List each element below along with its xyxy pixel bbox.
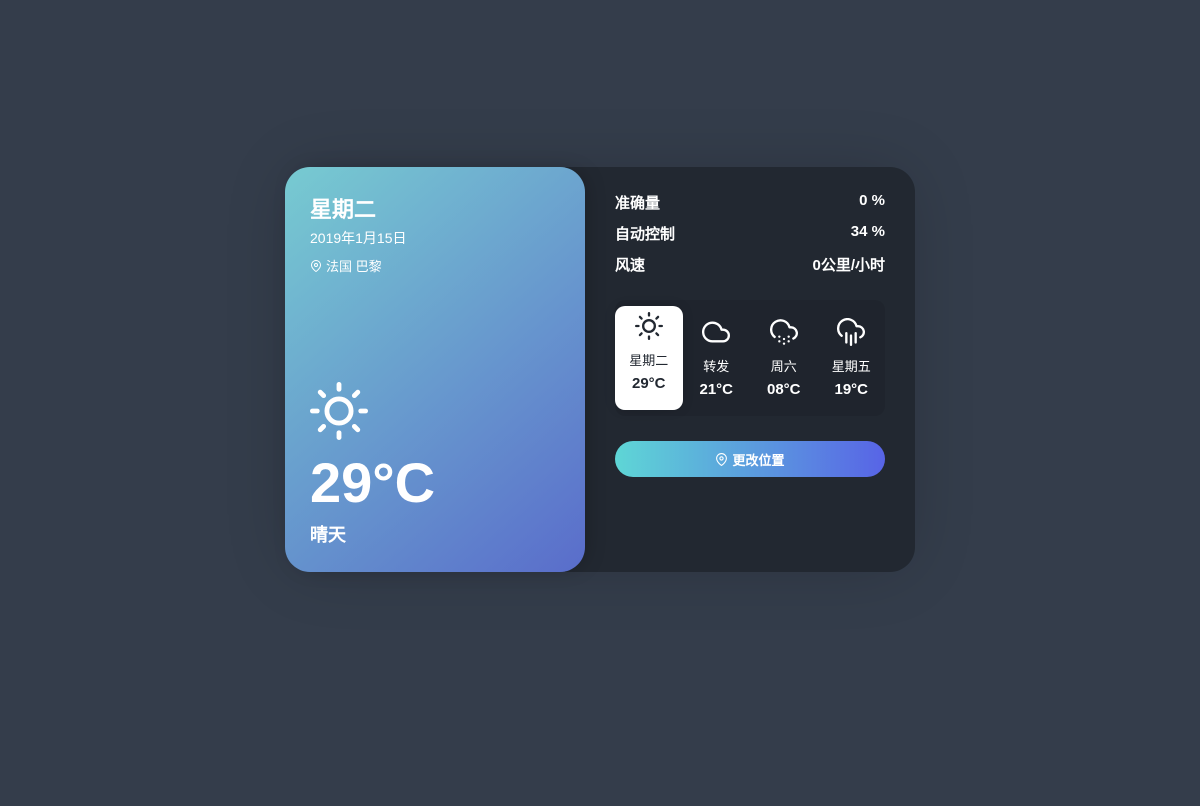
forecast-day[interactable]: 周六 08°C: [750, 312, 818, 404]
stat-humidity: 自动控制 34 %: [615, 223, 885, 244]
sun-icon: [635, 312, 663, 340]
map-pin-icon: [310, 260, 322, 272]
stat-label: 自动控制: [615, 223, 675, 244]
map-pin-icon: [715, 453, 728, 466]
stat-value: 0公里/小时: [812, 254, 885, 275]
forecast-day-name: 周六: [771, 356, 797, 375]
forecast-day[interactable]: 星期五 19°C: [818, 312, 886, 404]
stat-value: 34 %: [851, 223, 885, 244]
forecast-day-name: 星期五: [832, 356, 871, 375]
details-panel: 准确量 0 % 自动控制 34 % 风速 0公里/小时 星期二 29°C 转发 …: [565, 167, 915, 572]
stat-precipitation: 准确量 0 %: [615, 192, 885, 213]
cloud-icon: [702, 318, 730, 346]
forecast-day-temp: 19°C: [834, 381, 868, 398]
forecast-list: 星期二 29°C 转发 21°C 周六 08°C 星期五 19°C: [615, 300, 885, 416]
cloud-snow-icon: [770, 318, 798, 346]
button-label: 更改位置: [732, 450, 784, 469]
current-date: 2019年1月15日: [310, 228, 560, 248]
stat-label: 准确量: [615, 192, 660, 213]
weather-widget: 星期二 2019年1月15日 法国 巴黎 29°C 晴天 准确量 0 % 自动控…: [285, 167, 915, 572]
sun-icon: [310, 382, 435, 440]
stat-label: 风速: [615, 254, 645, 275]
forecast-day-temp: 08°C: [767, 381, 801, 398]
current-condition: 晴天: [310, 521, 435, 547]
forecast-day-name: 转发: [703, 356, 729, 375]
change-location-button[interactable]: 更改位置: [615, 441, 885, 477]
location: 法国 巴黎: [310, 256, 560, 275]
forecast-day-temp: 29°C: [632, 375, 666, 392]
forecast-day-name: 星期二: [629, 350, 668, 369]
forecast-day[interactable]: 转发 21°C: [683, 312, 751, 404]
stat-wind: 风速 0公里/小时: [615, 254, 885, 275]
forecast-day-temp: 21°C: [699, 381, 733, 398]
forecast-day[interactable]: 星期二 29°C: [615, 306, 683, 410]
current-readout: 29°C 晴天: [310, 382, 435, 547]
location-text: 法国 巴黎: [326, 256, 382, 275]
current-day: 星期二: [310, 192, 560, 224]
cloud-rain-icon: [837, 318, 865, 346]
stat-value: 0 %: [859, 192, 885, 213]
current-temp: 29°C: [310, 450, 435, 515]
current-weather-panel: 星期二 2019年1月15日 法国 巴黎 29°C 晴天: [285, 167, 585, 572]
